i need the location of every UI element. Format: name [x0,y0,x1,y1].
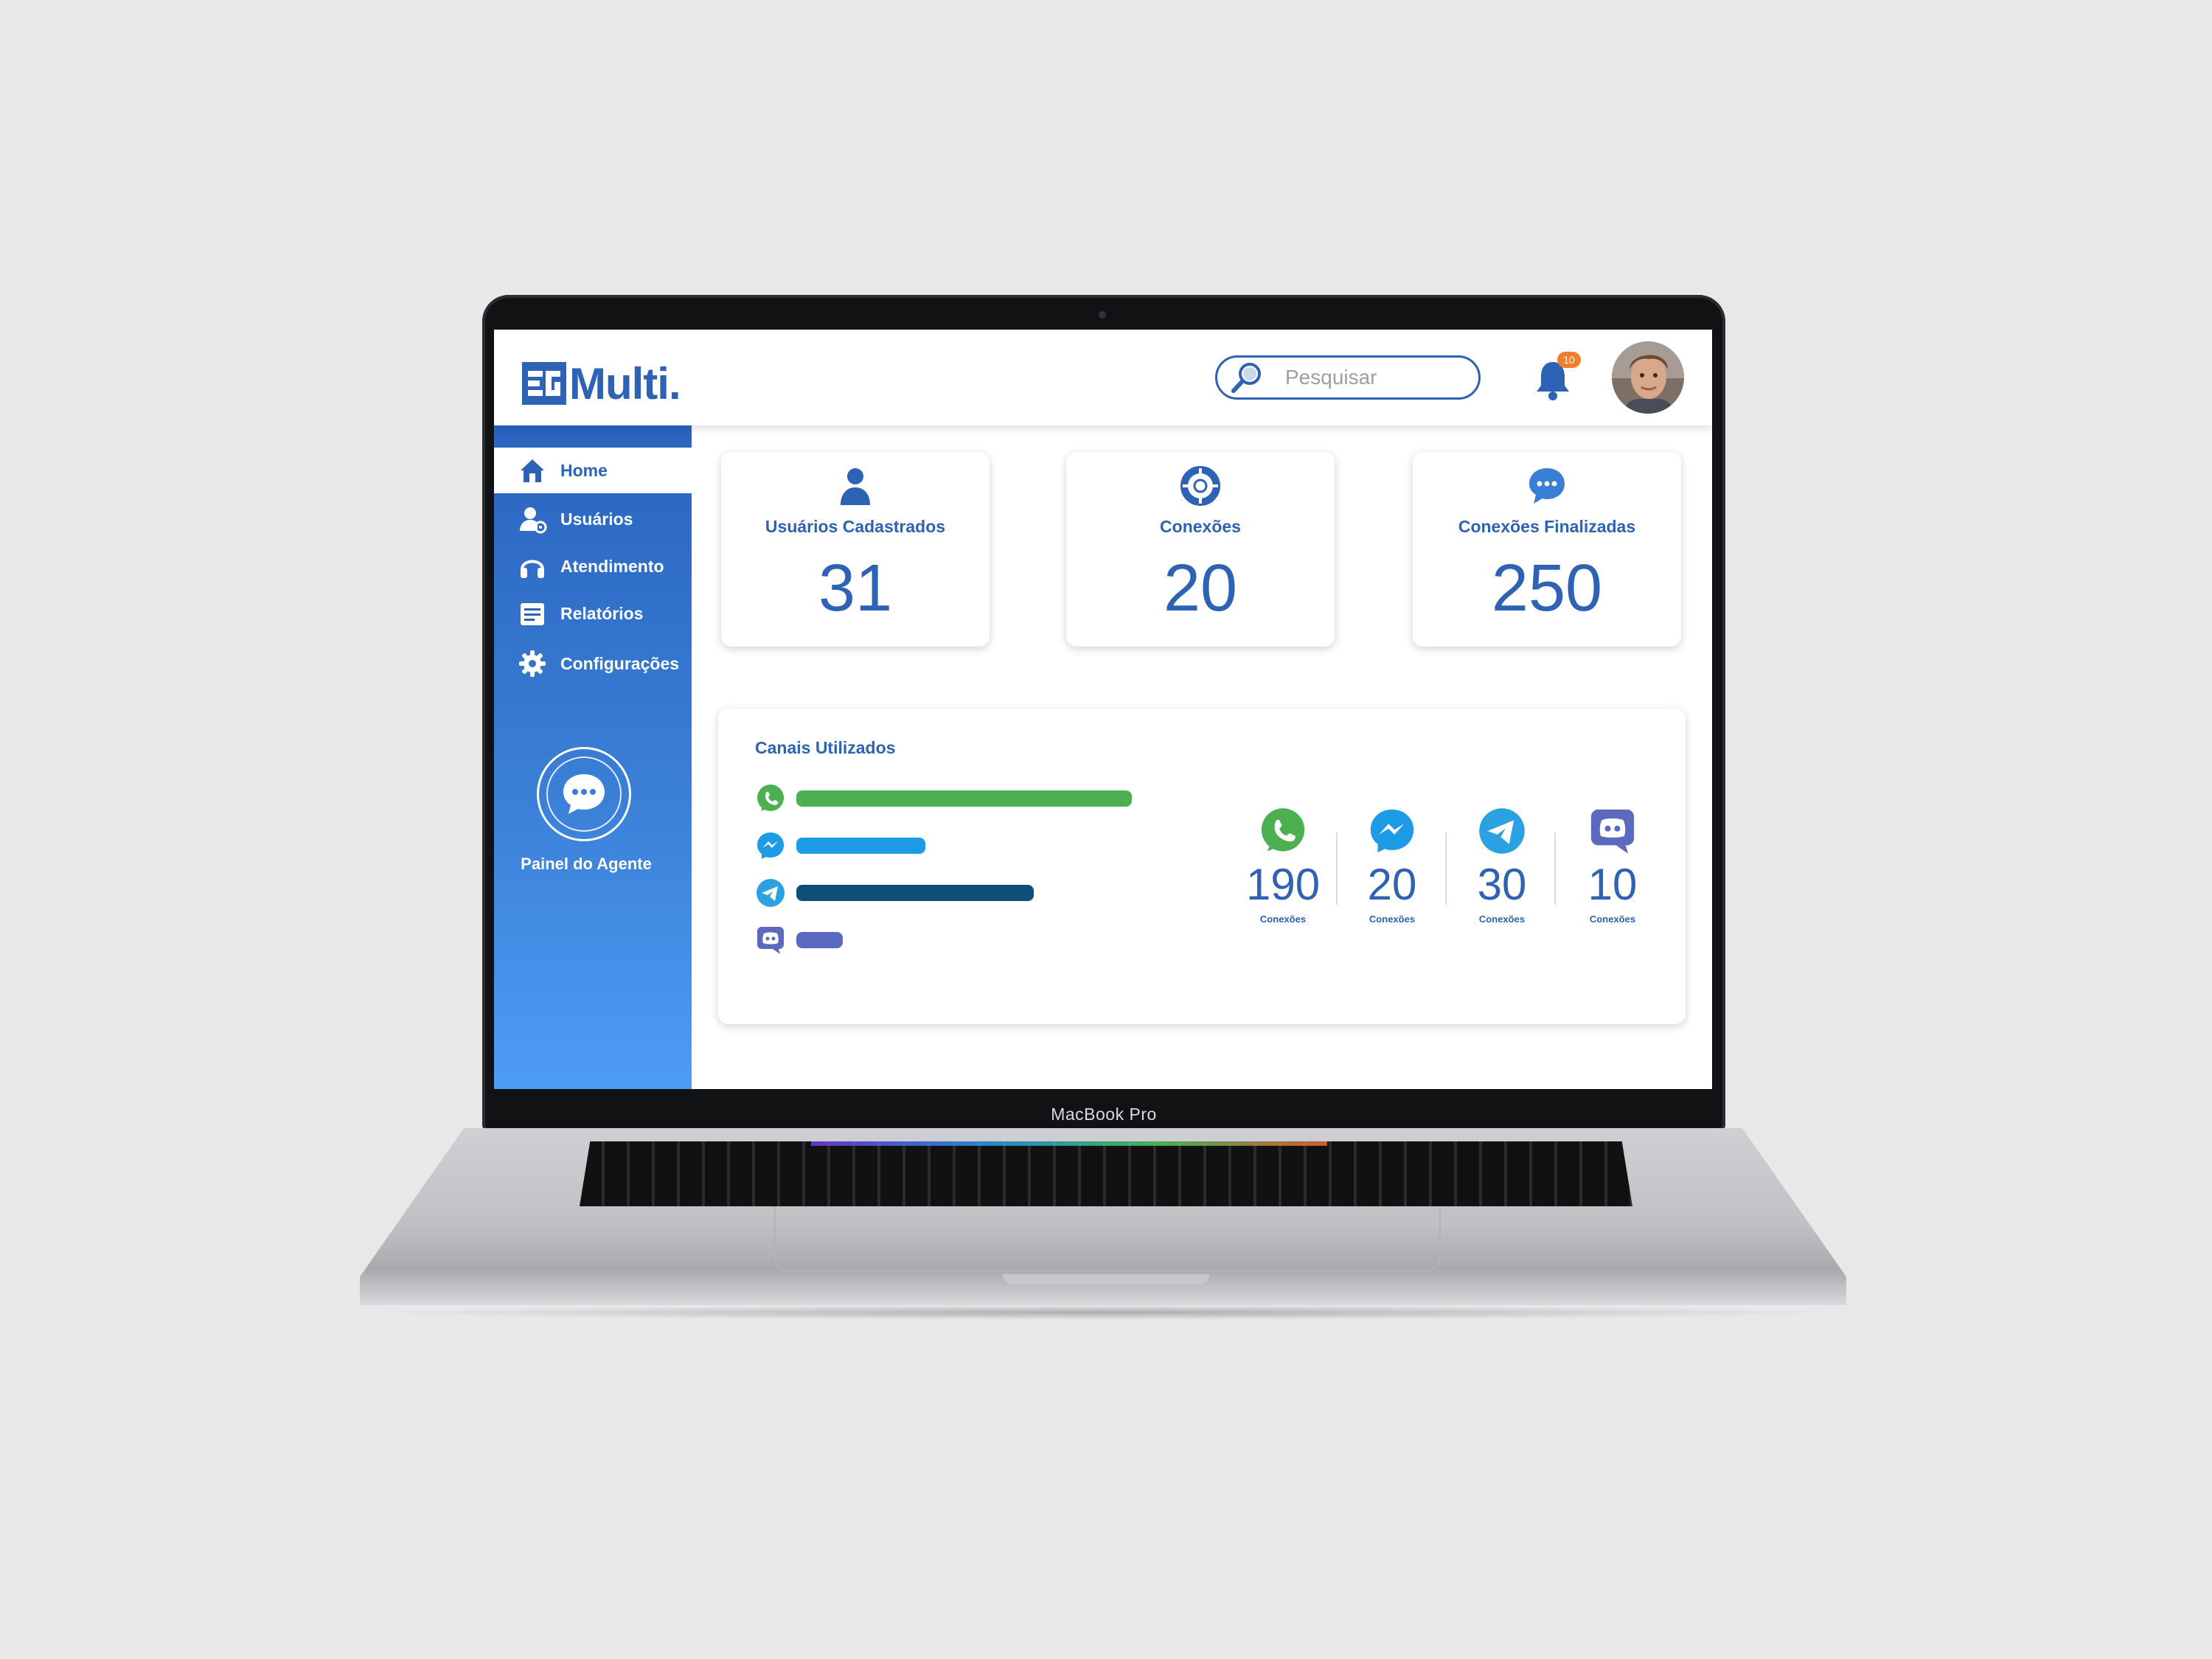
sidebar-item-label: Configurações [560,653,680,673]
notification-badge: 10 [1557,352,1581,368]
stat-title: Conexões Finalizadas [1458,517,1636,536]
laptop-shadow [369,1305,1843,1320]
bar-track [796,838,1312,854]
stat-card-conexoes[interactable]: Conexões 20 [1066,452,1335,647]
stat-title: Usuários Cadastrados [765,517,946,536]
channel-stat-telegram: 30 Conexões [1465,806,1539,925]
stat-value: 250 [1491,552,1603,625]
channel-caption: Conexões [1589,914,1636,925]
channel-caption: Conexões [1478,914,1526,925]
channel-bar-row-discord [755,924,1315,956]
whatsapp-icon [1261,808,1305,852]
top-bar: Multi. 10 [494,330,1712,425]
headset-icon [521,560,544,578]
stat-card-usuarios[interactable]: Usuários Cadastrados 31 [721,452,990,647]
agent-panel-button[interactable] [537,747,631,841]
sidebar-item-label: Usuários [560,509,633,529]
chat-bubble-icon [1529,468,1565,504]
channel-bar [796,838,925,854]
channel-bar-row-messenger [755,830,1315,862]
messenger-icon [757,832,784,859]
channel-stat-whatsapp: 190 Conexões [1246,806,1320,925]
channel-bar [796,885,1034,901]
discord-icon [1590,809,1635,854]
channel-value: 30 [1477,860,1527,909]
channel-bar [796,932,843,948]
channels-title: Canais Utilizados [755,738,896,757]
sidebar-item-home[interactable]: Home [494,448,692,493]
gear-icon [519,650,546,677]
sidebar-item-relatorios[interactable]: Relatórios [494,591,692,636]
lid-notch [1003,1274,1209,1284]
report-icon [521,603,544,625]
channel-stat-discord: 10 Conexões [1576,806,1649,925]
channel-bar-row-whatsapp [755,782,1315,815]
keyboard [580,1141,1632,1206]
bar-track [796,932,1312,948]
search-box[interactable] [1215,355,1481,400]
discord-icon [757,927,784,954]
channel-bar-row-telegram [755,877,1315,909]
channel-bar [796,790,1132,807]
sidebar: Home Usuários Atendimento Relatórios Con… [494,425,692,1089]
sidebar-item-label: Atendimento [560,556,664,576]
logo-text: Multi. [569,358,681,408]
user-icon [841,468,870,505]
stat-value: 31 [818,552,893,625]
avatar-photo [1612,341,1684,414]
channel-stat-messenger: 20 Conexões [1355,806,1429,925]
bar-track [796,790,1312,807]
search-input[interactable] [1284,365,1464,390]
stat-title: Conexões [1160,517,1241,536]
sidebar-item-label: Relatórios [560,603,644,623]
channels-card: Canais Utilizados 190 Conexões 20 Conexõ… [718,709,1686,1024]
bar-track [796,885,1312,901]
channel-caption: Conexões [1368,914,1416,925]
home-icon [521,459,544,482]
divider [1336,832,1338,905]
divider [1445,832,1447,905]
device-label: MacBook Pro [1051,1105,1157,1124]
telegram-icon [757,879,785,907]
avatar[interactable] [1612,341,1684,414]
agent-panel-label: Painel do Agente [521,855,652,873]
search-icon [1231,363,1261,393]
sidebar-item-usuarios[interactable]: Usuários [494,496,692,542]
channel-value: 20 [1367,860,1417,909]
channel-value: 10 [1587,860,1638,909]
user-settings-icon [520,507,547,534]
sidebar-item-configuracoes[interactable]: Configurações [494,641,692,686]
divider [1554,832,1556,905]
trackpad [774,1206,1441,1271]
lifebuoy-icon [1180,466,1220,506]
app-logo[interactable]: Multi. [522,358,681,409]
logo-mark-icon [522,362,566,405]
whatsapp-icon [757,785,784,811]
stat-value: 20 [1163,552,1238,625]
channel-caption: Conexões [1259,914,1307,925]
telegram-icon [1479,808,1525,854]
camera [1099,311,1106,319]
sidebar-item-atendimento[interactable]: Atendimento [494,543,692,589]
sidebar-item-label: Home [560,460,608,480]
app-screen: Multi. 10 [494,330,1712,1089]
chat-bubble-icon [563,774,605,814]
messenger-icon [1370,809,1414,853]
channel-value: 190 [1246,860,1321,909]
touch-bar [811,1141,1327,1146]
stat-card-conexoes-finalizadas[interactable]: Conexões Finalizadas 250 [1413,452,1681,647]
